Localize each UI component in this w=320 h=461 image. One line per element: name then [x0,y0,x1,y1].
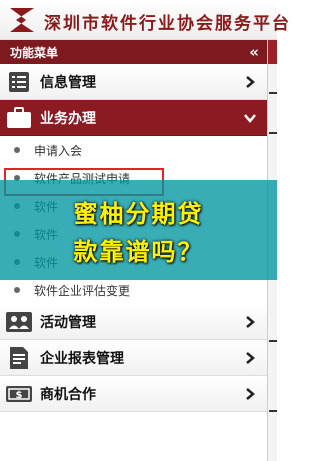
menu-header-title: 功能菜单 [10,45,59,60]
menu-header: 功能菜单 « [0,40,267,64]
content-mark [269,92,277,94]
people-icon [6,310,32,334]
submenu-item-apply-membership[interactable]: 申请入会 [0,136,267,164]
money-icon: $ [6,382,32,406]
association-logo-icon [10,8,34,32]
collapse-sidebar-button[interactable]: « [249,43,259,61]
menu-item-label: 活动管理 [40,314,96,331]
content-mark [269,340,277,342]
menu-item-business[interactable]: 业务办理 [0,100,267,136]
overlay-text-line-2: 款靠谱吗？ [73,238,204,266]
content-mark [269,410,277,412]
submenu-item-enterprise-evaluation-change[interactable]: 软件企业评估变更 [0,276,267,304]
bullet-icon [14,287,20,293]
menu-item-activity-management[interactable]: 活动管理 [0,304,267,340]
bullet-icon [14,147,20,153]
content-mark [269,132,277,134]
menu-item-enterprise-report[interactable]: 企业报表管理 [0,340,267,376]
ad-overlay-banner: 蜜柚分期贷 款靠谱吗？ [0,180,277,280]
chevron-down-icon [244,113,256,123]
report-icon [6,346,32,370]
menu-item-info-management[interactable]: 信息管理 [0,64,267,100]
info-list-icon [6,70,32,94]
chevron-right-icon [246,75,255,88]
menu-item-label: 信息管理 [40,74,96,91]
menu-item-label: 企业报表管理 [40,350,124,367]
chevron-right-icon [246,315,255,328]
chevron-right-icon [246,387,255,400]
briefcase-icon [6,106,32,130]
site-title: 深圳市软件行业协会服务平台 [44,14,291,34]
svg-text:$: $ [16,390,23,401]
menu-item-label: 业务办理 [40,110,96,127]
content-topbar [268,40,277,64]
menu-item-label: 商机合作 [40,386,96,403]
chevron-right-icon [246,351,255,364]
site-header: 深圳市软件行业协会服务平台 [0,0,289,40]
menu-item-business-opportunity[interactable]: $ 商机合作 [0,376,267,412]
overlay-text-line-1: 蜜柚分期贷 [73,200,204,228]
